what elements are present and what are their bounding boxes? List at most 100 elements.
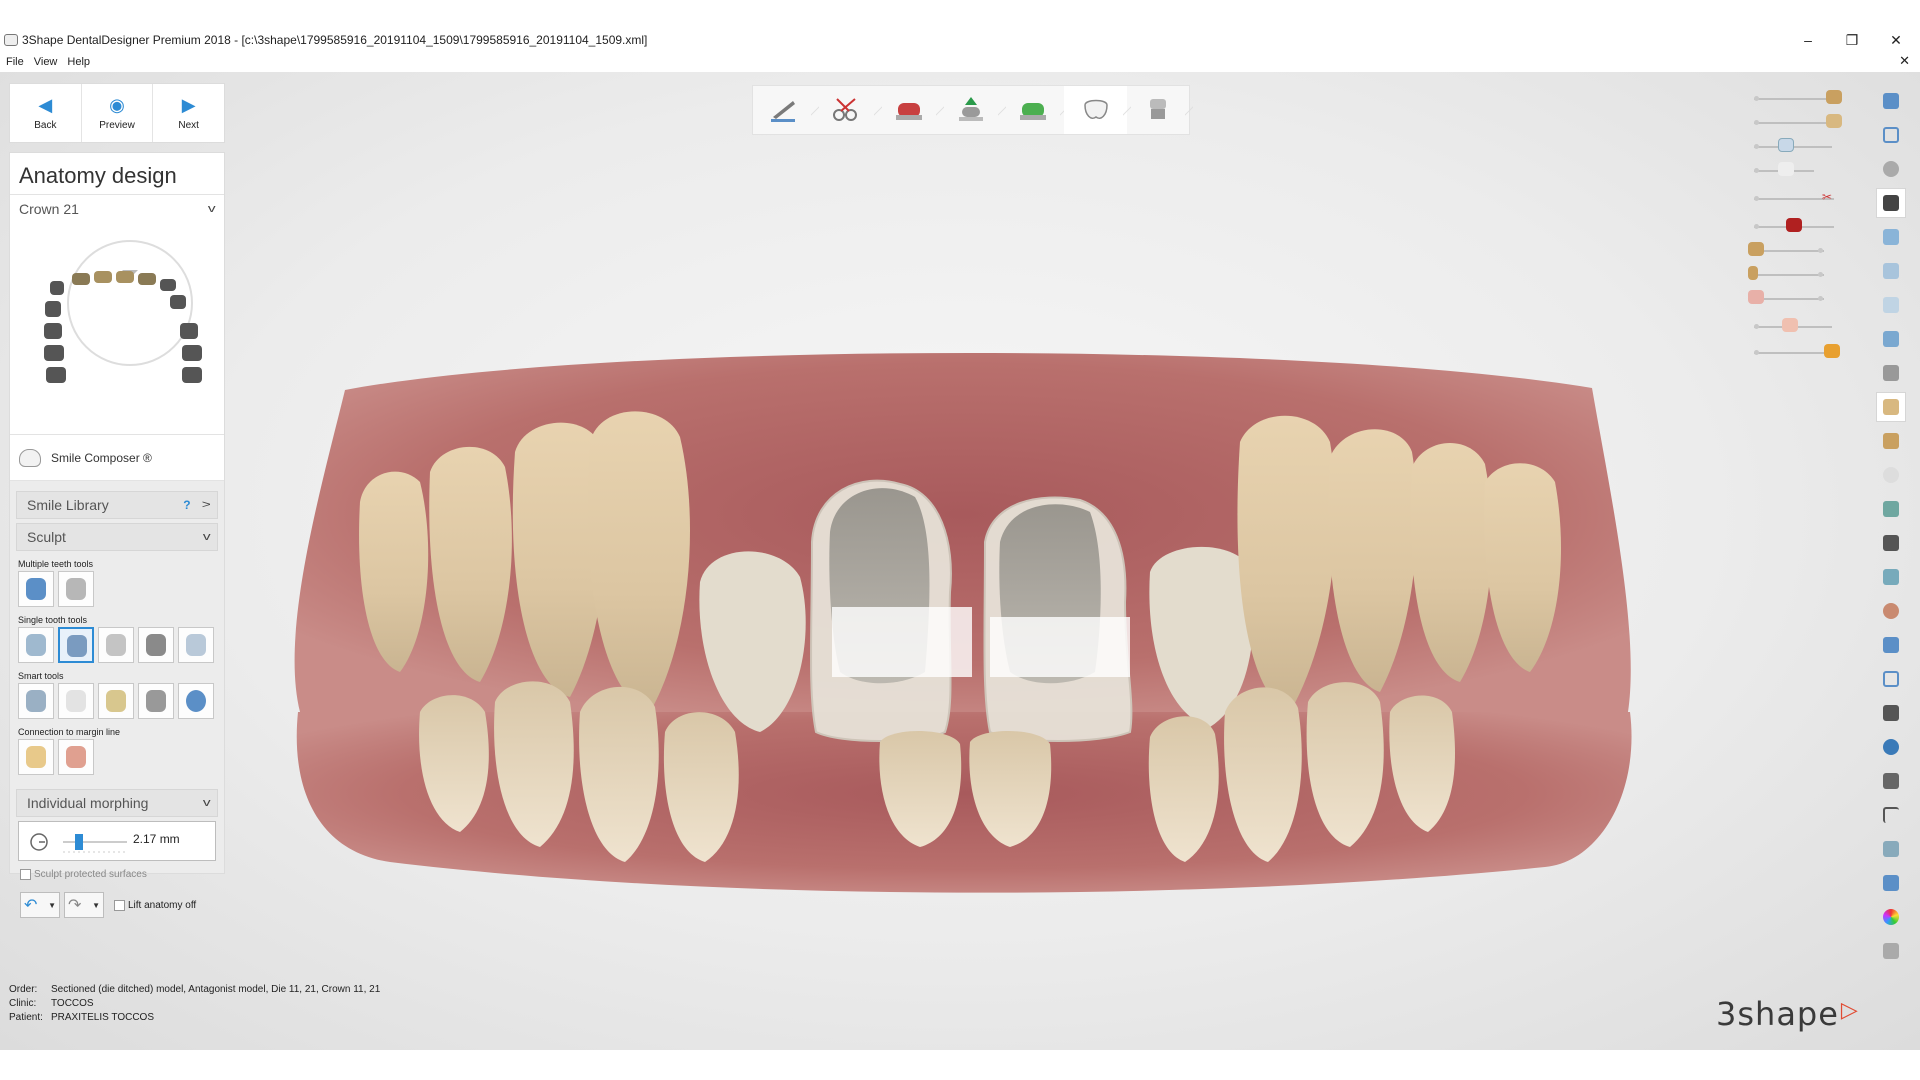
undo-button[interactable]: ↶ ▼	[20, 892, 60, 918]
preview-label: Preview	[99, 119, 135, 131]
step-die[interactable]	[878, 86, 945, 136]
ruler-button[interactable]	[1876, 834, 1906, 864]
checkmark-button[interactable]	[1876, 664, 1906, 694]
slider-crown[interactable]	[1754, 138, 1832, 152]
next-button[interactable]: ▶ Next	[153, 84, 224, 142]
slider-cut[interactable]: ✂	[1754, 190, 1834, 204]
slider-color[interactable]	[1754, 344, 1840, 358]
slider-antagonist-prep[interactable]	[1754, 114, 1842, 128]
preview-button[interactable]: ◉ Preview	[82, 84, 154, 142]
back-button[interactable]: ◀ Back	[10, 84, 82, 142]
sculpt-section[interactable]: Sculpt v	[16, 523, 218, 551]
smile-library-section[interactable]: Smile Library ? >	[16, 491, 218, 519]
education-view-button[interactable]	[1876, 188, 1906, 218]
close-view-button[interactable]	[1876, 86, 1906, 116]
dental-scan-model[interactable]	[0, 72, 1920, 1050]
cross-section-button[interactable]	[1876, 800, 1906, 830]
individual-morphing-section[interactable]: Individual morphing v	[16, 789, 218, 817]
multi-tooth-transform-tool[interactable]	[18, 571, 54, 607]
step-post-processing[interactable]	[1127, 86, 1194, 136]
wax-view-button[interactable]	[1876, 426, 1906, 456]
chevron-right-icon: >	[201, 499, 211, 511]
add-remove-icon	[106, 634, 126, 656]
view-right-button[interactable]	[1876, 324, 1906, 354]
smart-contact-tool[interactable]	[18, 683, 54, 719]
shield-button[interactable]	[1876, 766, 1906, 796]
menu-help[interactable]: Help	[67, 56, 90, 68]
view-back-button[interactable]	[1876, 256, 1906, 286]
radius-slider-thumb	[75, 834, 83, 850]
redo-button[interactable]: ↷ ▼	[64, 892, 104, 918]
order-value: Sectioned (die ditched) model, Antagonis…	[51, 984, 381, 995]
smart-adapt-tool[interactable]	[98, 683, 134, 719]
slider-antagonist[interactable]	[1754, 90, 1842, 104]
step-insertion[interactable]	[940, 86, 1007, 136]
add-remove-tool[interactable]	[98, 627, 134, 663]
radius-value[interactable]: 2.17 mm	[133, 832, 180, 846]
smile-composer-button[interactable]: Smile Composer ®	[10, 435, 224, 481]
camera-button[interactable]	[1876, 698, 1906, 728]
step-die-trim[interactable]	[815, 86, 882, 136]
sculpt-protected-checkbox[interactable]: Sculpt protected surfaces	[20, 869, 218, 880]
margin-icon	[1883, 365, 1899, 381]
menu-view[interactable]: View	[34, 56, 58, 68]
slider-crown-ghost[interactable]	[1754, 162, 1814, 176]
rotate-view-button[interactable]	[1876, 154, 1906, 184]
menu-file[interactable]: File	[6, 56, 24, 68]
margin-line-icon	[771, 101, 796, 122]
color-wheel-icon	[1883, 909, 1899, 925]
view-front-button[interactable]	[1876, 222, 1906, 252]
slider-gingiva[interactable]	[1748, 290, 1824, 304]
implant-icon	[1748, 266, 1758, 280]
ai-button[interactable]	[1876, 936, 1906, 966]
clipping-button[interactable]	[1876, 494, 1906, 524]
cube-front-icon	[1883, 229, 1899, 245]
section-button[interactable]	[1876, 528, 1906, 558]
globe-button[interactable]	[1876, 732, 1906, 762]
step-cement-gap[interactable]	[1002, 86, 1069, 136]
3d-viewport[interactable]	[0, 72, 1920, 1050]
fit-view-button[interactable]	[1876, 120, 1906, 150]
warning-button[interactable]	[1876, 630, 1906, 660]
multi-tooth-wax-knife-tool[interactable]	[58, 571, 94, 607]
smooth-tool[interactable]	[138, 627, 174, 663]
clinic-label: Clinic:	[9, 998, 37, 1009]
tooth-chart[interactable]	[10, 223, 226, 423]
minimize-button[interactable]: –	[1786, 28, 1830, 52]
color-wheel-button[interactable]	[1876, 902, 1906, 932]
document-close-button[interactable]: ✕	[1899, 53, 1910, 69]
distance-button[interactable]	[1876, 562, 1906, 592]
step-margin-line[interactable]	[753, 86, 820, 136]
sculpt-view-button[interactable]	[1876, 392, 1906, 422]
slider-implant[interactable]	[1748, 266, 1824, 280]
dropdown-arrow-icon: ▼	[48, 900, 56, 910]
title-bar: 3Shape DentalDesigner Premium 2018 - [c:…	[0, 28, 1920, 52]
slider-prep-scan[interactable]	[1754, 318, 1832, 332]
slider-model[interactable]	[1748, 242, 1824, 256]
smart-gap-tool[interactable]	[138, 683, 174, 719]
single-transform-tool[interactable]	[18, 627, 54, 663]
lift-anatomy-checkbox[interactable]	[114, 899, 125, 911]
step-anatomy-design[interactable]	[1064, 86, 1131, 136]
disconnect-margin-tool[interactable]	[58, 739, 94, 775]
view-left-button[interactable]	[1876, 290, 1906, 320]
restore-button[interactable]: ❐	[1830, 28, 1874, 52]
help-icon[interactable]: ?	[183, 498, 190, 512]
wax-knife-tool[interactable]	[58, 627, 94, 663]
smart-occlusion-tool[interactable]	[58, 683, 94, 719]
margin-view-button[interactable]	[1876, 358, 1906, 388]
close-button[interactable]: ✕	[1874, 28, 1918, 52]
tooth-view-button[interactable]	[1876, 460, 1906, 490]
margin-band	[990, 617, 1130, 677]
ai-icon	[1883, 943, 1899, 959]
face-button[interactable]	[1876, 596, 1906, 626]
print-button[interactable]	[1876, 868, 1906, 898]
anatomy-tooth-icon	[1083, 99, 1108, 119]
checkbox-unchecked	[20, 869, 31, 880]
connect-margin-tool[interactable]	[18, 739, 54, 775]
smart-rotate-tool[interactable]	[178, 683, 214, 719]
crown-dropdown[interactable]: Crown 21 v	[10, 195, 224, 223]
slider-die[interactable]	[1754, 218, 1834, 232]
logo-text: 3shape	[1716, 995, 1839, 1033]
cut-plane-tool[interactable]	[178, 627, 214, 663]
